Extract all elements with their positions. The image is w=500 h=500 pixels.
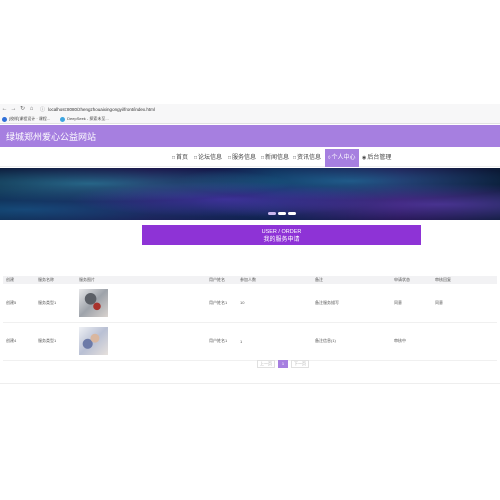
bookmark-item[interactable]: DeepSeek - 探索未至... <box>60 116 109 122</box>
carousel-dot-active[interactable] <box>278 212 286 215</box>
cell-status: 审核中 <box>391 322 432 361</box>
section-title-cn: 我的服务申请 <box>263 237 300 243</box>
column-header: 服务名称 <box>35 276 76 284</box>
cell-count: 10 <box>237 284 312 323</box>
home-icon[interactable]: ⌂ <box>27 104 36 115</box>
service-icon: □ <box>228 155 232 161</box>
nav-item-label: 资讯信息 <box>297 155 322 161</box>
carousel-indicators <box>268 212 296 215</box>
bookmarks-bar: [校样]课程设计 · 课程... DeepSeek - 探索未至... <box>0 115 500 124</box>
column-header: 申请状态 <box>391 276 432 284</box>
bookmark-favicon-icon <box>60 116 66 122</box>
nav-item-home[interactable]: □首页 <box>172 149 188 167</box>
cell-count: 1 <box>237 322 312 361</box>
section-title-bar: USER / ORDER 我的服务申请 <box>142 225 421 245</box>
carousel-dot[interactable] <box>288 212 296 215</box>
bookmark-item[interactable]: [校样]课程设计 · 课程... <box>2 116 50 122</box>
carousel-dot[interactable] <box>268 212 276 215</box>
cell-id: 创建5 <box>3 284 35 323</box>
service-image[interactable] <box>79 327 108 355</box>
nav-item-label: 后台管理 <box>367 155 392 161</box>
cell-id: 创建4 <box>3 322 35 361</box>
service-image[interactable] <box>79 288 108 317</box>
pagination: 上一页 1 下一页 <box>257 360 309 368</box>
cell-status: 同意 <box>391 284 432 323</box>
prev-page-button[interactable]: 上一页 <box>257 360 275 368</box>
banner-carousel[interactable] <box>0 168 500 220</box>
reload-icon[interactable]: ↻ <box>18 104 27 115</box>
site-title: 绿城郑州爱心公益网站 <box>6 132 97 142</box>
home-nav-icon: □ <box>172 155 176 161</box>
table-row[interactable]: 创建4 服务类型1 用户姓名1 1 备注信息(1) 审核中 <box>3 322 497 361</box>
bookmark-label: DeepSeek - 探索未至... <box>67 116 109 121</box>
bookmark-label: [校样]课程设计 · 课程... <box>9 116 51 121</box>
nav-item-label: 个人中心 <box>331 155 356 161</box>
column-header: 用户姓名 <box>206 276 237 284</box>
cell-reply <box>432 322 497 361</box>
cell-remark: 备注信息(1) <box>312 322 391 361</box>
page: ← → ↻ ⌂ ⓘ localhost:8080/zhengzhouaixing… <box>0 0 500 500</box>
nav-item-admin[interactable]: ◉后台管理 <box>362 149 391 167</box>
cell-user: 用户姓名1 <box>206 322 237 361</box>
main-nav: □首页 □论坛信息 □服务信息 □新闻信息 □资讯信息 ◊个人中心 ◉后台管理 <box>0 149 500 167</box>
cell-user: 用户姓名1 <box>206 284 237 323</box>
cell-service-name: 服务类型1 <box>35 284 76 323</box>
next-page-button[interactable]: 下一页 <box>291 360 309 368</box>
news-icon: □ <box>261 155 265 161</box>
nav-item-label: 论坛信息 <box>198 155 223 161</box>
site-header: 绿城郑州爱心公益网站 <box>0 125 500 147</box>
back-icon[interactable]: ← <box>0 104 9 115</box>
nav-item-info[interactable]: □资讯信息 <box>293 149 321 167</box>
page-button-current[interactable]: 1 <box>278 360 288 368</box>
column-header: 服务图片 <box>76 276 122 284</box>
nav-item-label: 首页 <box>176 155 189 161</box>
nav-item-forum[interactable]: □论坛信息 <box>194 149 222 167</box>
nav-item-profile[interactable]: ◊个人中心 <box>325 149 359 167</box>
admin-icon: ◉ <box>362 155 367 161</box>
order-table: 创建 服务名称 服务图片 用户姓名 参加人数 备注 申请状态 审核回复 创建5 … <box>3 276 497 361</box>
url-input[interactable]: localhost:8080/zhengzhouaixingongyi/fron… <box>48 107 155 112</box>
bookmark-favicon-icon <box>2 116 7 122</box>
forum-icon: □ <box>194 155 198 161</box>
forward-icon[interactable]: → <box>9 104 18 115</box>
column-header: 创建 <box>3 276 35 284</box>
table-header-row: 创建 服务名称 服务图片 用户姓名 参加人数 备注 申请状态 审核回复 <box>3 276 497 284</box>
divider <box>0 383 500 384</box>
cell-remark: 备注服务描写 <box>312 284 391 323</box>
cell-service-name: 服务类型1 <box>35 322 76 361</box>
nav-item-label: 服务信息 <box>232 155 257 161</box>
info-nav-icon: □ <box>293 155 297 161</box>
cell-empty <box>122 322 206 361</box>
table-row[interactable]: 创建5 服务类型1 用户姓名1 10 备注服务描写 同意 同意 <box>3 284 497 323</box>
nav-item-label: 新闻信息 <box>265 155 290 161</box>
cell-empty <box>122 284 206 323</box>
nav-item-service[interactable]: □服务信息 <box>228 149 256 167</box>
info-icon[interactable]: ⓘ <box>40 106 45 113</box>
cell-image <box>76 322 122 361</box>
column-header <box>122 276 206 284</box>
cell-image <box>76 284 122 323</box>
column-header: 备注 <box>312 276 391 284</box>
cell-reply: 同意 <box>432 284 497 323</box>
section-title-en: USER / ORDER <box>261 229 302 235</box>
address-bar: ← → ↻ ⌂ ⓘ localhost:8080/zhengzhouaixing… <box>0 104 500 115</box>
nav-item-news[interactable]: □新闻信息 <box>261 149 289 167</box>
column-header: 参加人数 <box>237 276 312 284</box>
column-header: 审核回复 <box>432 276 497 284</box>
